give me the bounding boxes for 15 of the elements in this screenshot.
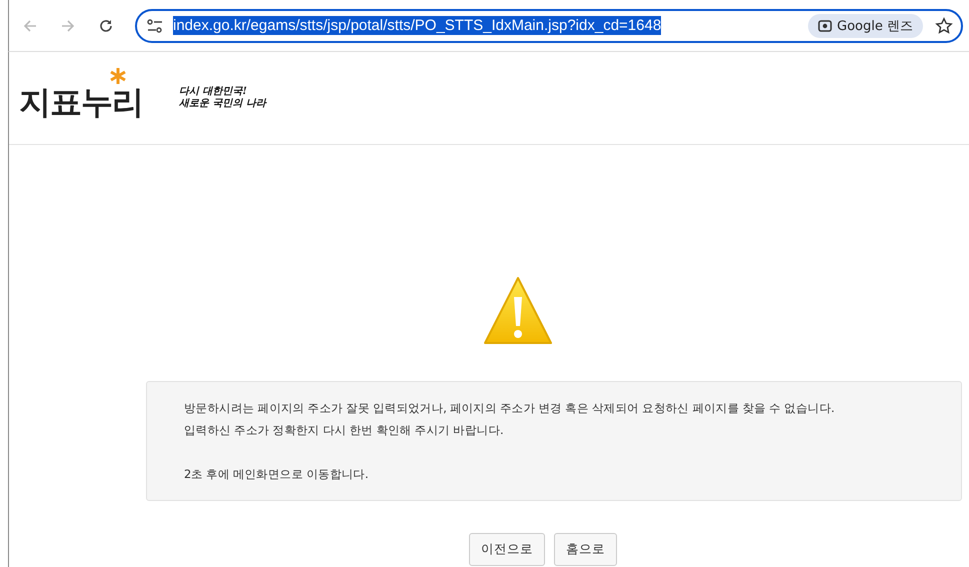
- nav-button[interactable]: 홈으로: [554, 533, 617, 566]
- lens-button[interactable]: Google 렌즈: [808, 14, 923, 38]
- message-text: 입력하신 주소가 정확한지 다시 한번 확인해 주시기 바랍니다.: [184, 422, 504, 439]
- slogan-text: 새로운 국민의 나라: [179, 98, 266, 110]
- slogan-text: 다시 대한민국!: [179, 86, 248, 98]
- asterisk-icon: [109, 67, 127, 85]
- nav-button[interactable]: 이전으로: [469, 533, 545, 566]
- logo-text[interactable]: 지표누리: [19, 83, 143, 121]
- message-text: 방문하시려는 페이지의 주소가 잘못 입력되었거나, 페이지의 주소가 변경 혹은 삭제되어 요청하신 페이지를 찾을 수 없습니다.: [184, 400, 836, 417]
- bookmark-star-icon[interactable]: [935, 16, 953, 34]
- site-settings-icon[interactable]: [147, 18, 163, 32]
- url-text[interactable]: index.go.kr/egams/stts/jsp/potal/stts/PO_STTS_IdxMain.jsp?idx_cd=1648: [173, 16, 662, 35]
- address-bar[interactable]: index.go.kr/egams/stts/jsp/potal/stts/PO_STTS_IdxMain.jsp?idx_cd=1648 Google 렌즈: [135, 8, 963, 42]
- redirect-text: 2초 후에 메인화면으로 이동합니다.: [184, 466, 370, 483]
- camera-icon: [818, 18, 832, 32]
